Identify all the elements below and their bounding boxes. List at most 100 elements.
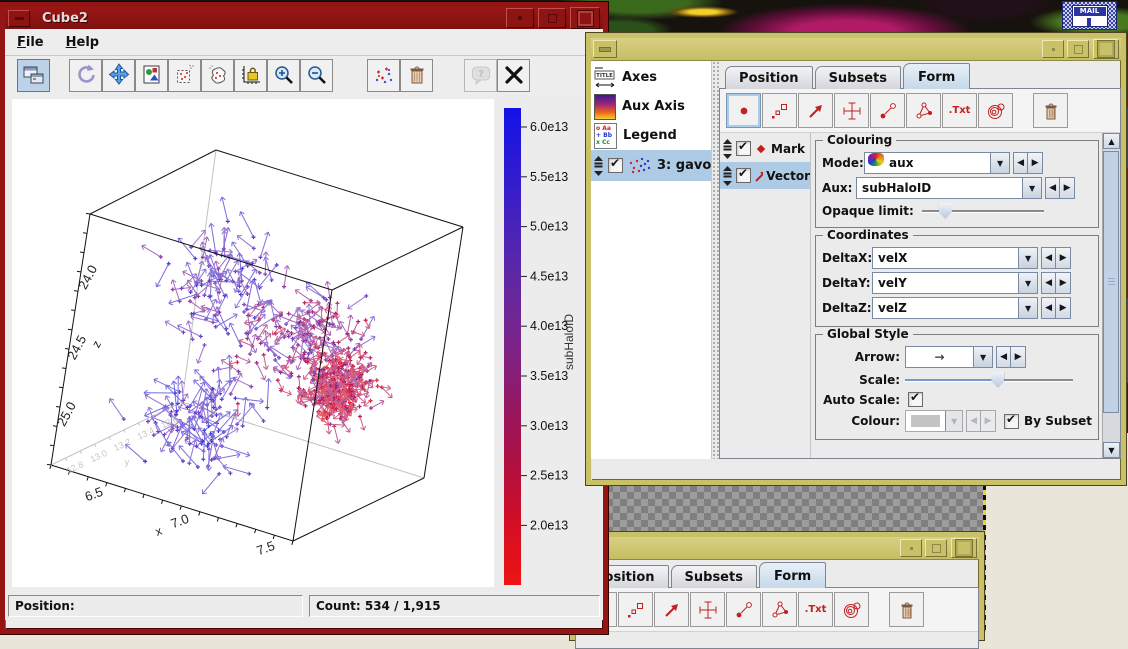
mode-spinner[interactable]: ◀▶: [1013, 152, 1043, 174]
xyerror-form-button[interactable]: [690, 592, 725, 627]
tab-subsets[interactable]: Subsets: [815, 66, 901, 89]
aux-spinner[interactable]: ◀▶: [1045, 177, 1075, 199]
mode-combo[interactable]: aux: [864, 152, 1010, 174]
dropdown-arrow[interactable]: [990, 153, 1009, 173]
xyerror-form-button[interactable]: [834, 93, 869, 128]
nav-item-aux-axis[interactable]: Aux Axis: [591, 92, 711, 121]
zoom-region-button[interactable]: [168, 59, 201, 92]
window-menu-button[interactable]: [593, 40, 617, 58]
restore-button[interactable]: [1067, 40, 1089, 58]
vector-form-button[interactable]: [654, 592, 689, 627]
dialog-titlebar[interactable]: [591, 38, 1121, 61]
scroll-up-button[interactable]: ▲: [1103, 133, 1120, 149]
plot-pane[interactable]: 24.024.525.0z6.57.07.5x12.813.013.213.41…: [5, 94, 603, 592]
window-menu-button[interactable]: [8, 10, 30, 27]
lock-axes-button[interactable]: [234, 59, 267, 92]
dropdown-arrow[interactable]: [1022, 178, 1041, 198]
contour-form-button[interactable]: [978, 93, 1013, 128]
zoom-in-button[interactable]: [267, 59, 300, 92]
deltax-spinner[interactable]: ◀▶: [1041, 247, 1071, 269]
link2-form-button[interactable]: [726, 592, 761, 627]
split-window-button[interactable]: [17, 59, 50, 92]
blob-subset-button[interactable]: [201, 59, 234, 92]
dropdown-arrow[interactable]: [1018, 273, 1037, 293]
form-item-mark[interactable]: Mark: [720, 135, 810, 162]
arrow-spinner[interactable]: ◀▶: [996, 346, 1026, 368]
pan-button[interactable]: [102, 59, 135, 92]
export-image-button[interactable]: [135, 59, 168, 92]
iconify-button[interactable]: [1042, 40, 1064, 58]
dropdown-arrow[interactable]: [1018, 248, 1037, 268]
mark-enabled-checkbox[interactable]: [736, 141, 751, 156]
vector-form-button[interactable]: [798, 93, 833, 128]
config-scrollbar[interactable]: ▲ ▼: [1102, 133, 1120, 458]
zoom-out-button[interactable]: [300, 59, 333, 92]
auto-scale-checkbox[interactable]: [908, 392, 923, 407]
aux-combo[interactable]: subHaloID: [856, 177, 1042, 199]
mail-icon[interactable]: MAIL: [1062, 1, 1117, 30]
nav-item-axes[interactable]: TITLE Axes: [591, 63, 711, 92]
delete-layer-button[interactable]: [400, 59, 433, 92]
maximize-button[interactable]: [570, 7, 600, 29]
restore-button[interactable]: [538, 8, 566, 28]
legend-icon: o Aa + Bb x Cc: [594, 123, 617, 149]
tab-form[interactable]: Form: [759, 562, 826, 588]
mark-form-button[interactable]: [726, 93, 761, 128]
delete-form-button[interactable]: [1033, 93, 1068, 128]
bottom-window-titlebar[interactable]: [575, 537, 979, 560]
split-handle[interactable]: [712, 61, 719, 459]
scatter-layer-button[interactable]: [367, 59, 400, 92]
restore-button[interactable]: [925, 539, 947, 557]
tab-position[interactable]: Position: [725, 66, 813, 89]
arrow-style-combo[interactable]: →: [905, 346, 993, 368]
label-form-button[interactable]: .Txt: [798, 592, 833, 627]
layer-visible-checkbox[interactable]: [608, 158, 623, 173]
delete-form-button[interactable]: [889, 592, 924, 627]
iconify-button[interactable]: [506, 8, 534, 28]
vector-enabled-checkbox[interactable]: [736, 168, 751, 183]
scrollbar-thumb[interactable]: [1103, 151, 1119, 413]
colour-combo[interactable]: [905, 410, 963, 432]
poly-form-button[interactable]: [906, 93, 941, 128]
menu-help[interactable]: Help: [66, 35, 99, 50]
help-button[interactable]: ?: [464, 59, 497, 92]
deltaz-spinner[interactable]: ◀▶: [1041, 297, 1071, 319]
tab-subsets[interactable]: Subsets: [671, 565, 757, 588]
colour-swatch: [911, 415, 940, 427]
coordinates-group: Coordinates DeltaX: velX ◀▶ DeltaY: velY…: [815, 235, 1099, 327]
menu-file[interactable]: File: [17, 35, 44, 50]
checkered-backdrop: [592, 485, 983, 532]
aux-mode-icon: [868, 153, 884, 166]
nav-item-legend[interactable]: o Aa + Bb x Cc Legend: [591, 121, 711, 150]
by-subset-checkbox[interactable]: [1004, 414, 1019, 429]
maximize-button[interactable]: [951, 538, 977, 558]
replot-button[interactable]: [69, 59, 102, 92]
dropdown-arrow[interactable]: [945, 411, 962, 431]
deltax-combo[interactable]: velX: [872, 247, 1038, 269]
layer-item-selected[interactable]: 3: gavo: [591, 150, 711, 181]
contour-form-button[interactable]: [834, 592, 869, 627]
dropdown-arrow[interactable]: [973, 347, 992, 367]
tab-form[interactable]: Form: [903, 63, 970, 89]
scroll-down-button[interactable]: ▼: [1103, 442, 1120, 458]
dropdown-arrow[interactable]: [1018, 298, 1037, 318]
size-form-button[interactable]: [762, 93, 797, 128]
link2-form-button[interactable]: [870, 93, 905, 128]
maximize-button[interactable]: [1093, 39, 1119, 59]
deltaz-combo[interactable]: velZ: [872, 297, 1038, 319]
cube2-titlebar[interactable]: Cube2: [5, 7, 603, 29]
label-form-button[interactable]: .Txt: [942, 93, 977, 128]
opaque-limit-slider[interactable]: [922, 202, 1044, 220]
deltay-combo[interactable]: velY: [872, 272, 1038, 294]
size-form-button[interactable]: [618, 592, 653, 627]
form-item-vector[interactable]: Vector: [720, 162, 810, 189]
iconify-button[interactable]: [900, 539, 922, 557]
deltay-spinner[interactable]: ◀▶: [1041, 272, 1071, 294]
window-title: Cube2: [42, 11, 506, 26]
colour-spinner[interactable]: ◀▶: [966, 410, 996, 432]
close-button[interactable]: [497, 59, 530, 92]
scale-slider[interactable]: [905, 371, 1073, 389]
poly-form-button[interactable]: [762, 592, 797, 627]
svg-text:6.0e13: 6.0e13: [530, 120, 568, 134]
cube-plot[interactable]: 24.024.525.0z6.57.07.5x12.813.013.213.41…: [6, 95, 592, 591]
